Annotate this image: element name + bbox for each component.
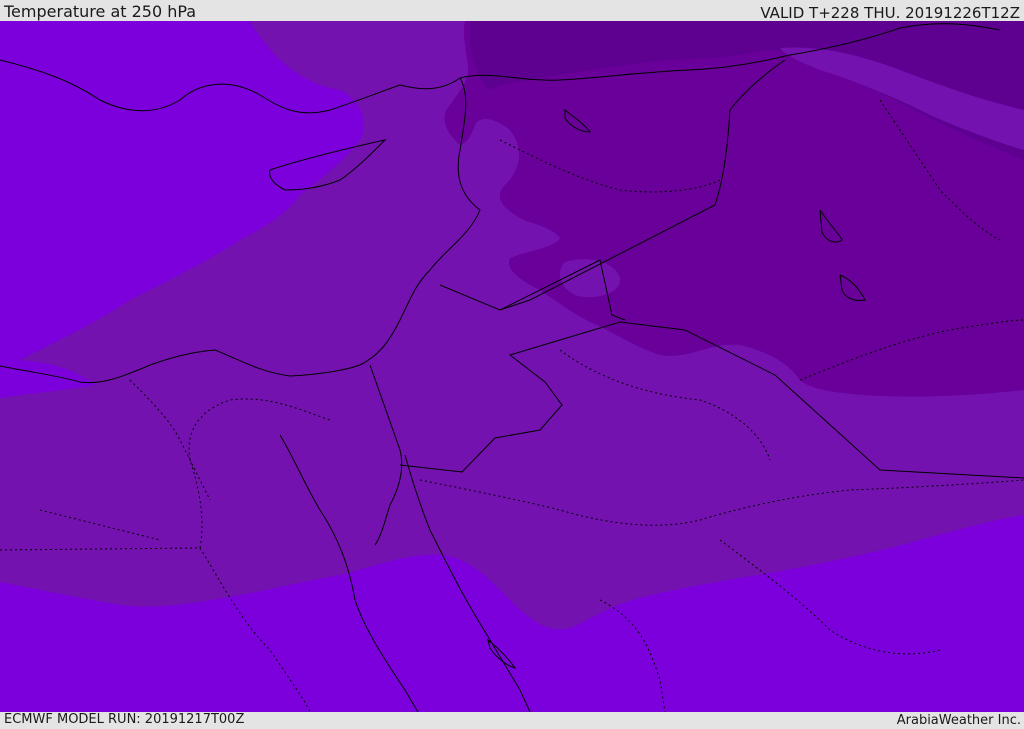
footer-bar: ECMWF MODEL RUN: 20191217T00Z ArabiaWeat… xyxy=(0,712,1024,729)
provider-credit: ArabiaWeather Inc. xyxy=(896,713,1021,728)
model-run: ECMWF MODEL RUN: 20191217T00Z xyxy=(4,712,245,727)
temperature-map[interactable] xyxy=(0,21,1024,712)
map-title: Temperature at 250 hPa xyxy=(4,2,197,21)
valid-time: VALID T+228 THU. 20191226T12Z xyxy=(760,4,1020,22)
header-bar: Temperature at 250 hPa VALID T+228 THU. … xyxy=(0,0,1024,21)
